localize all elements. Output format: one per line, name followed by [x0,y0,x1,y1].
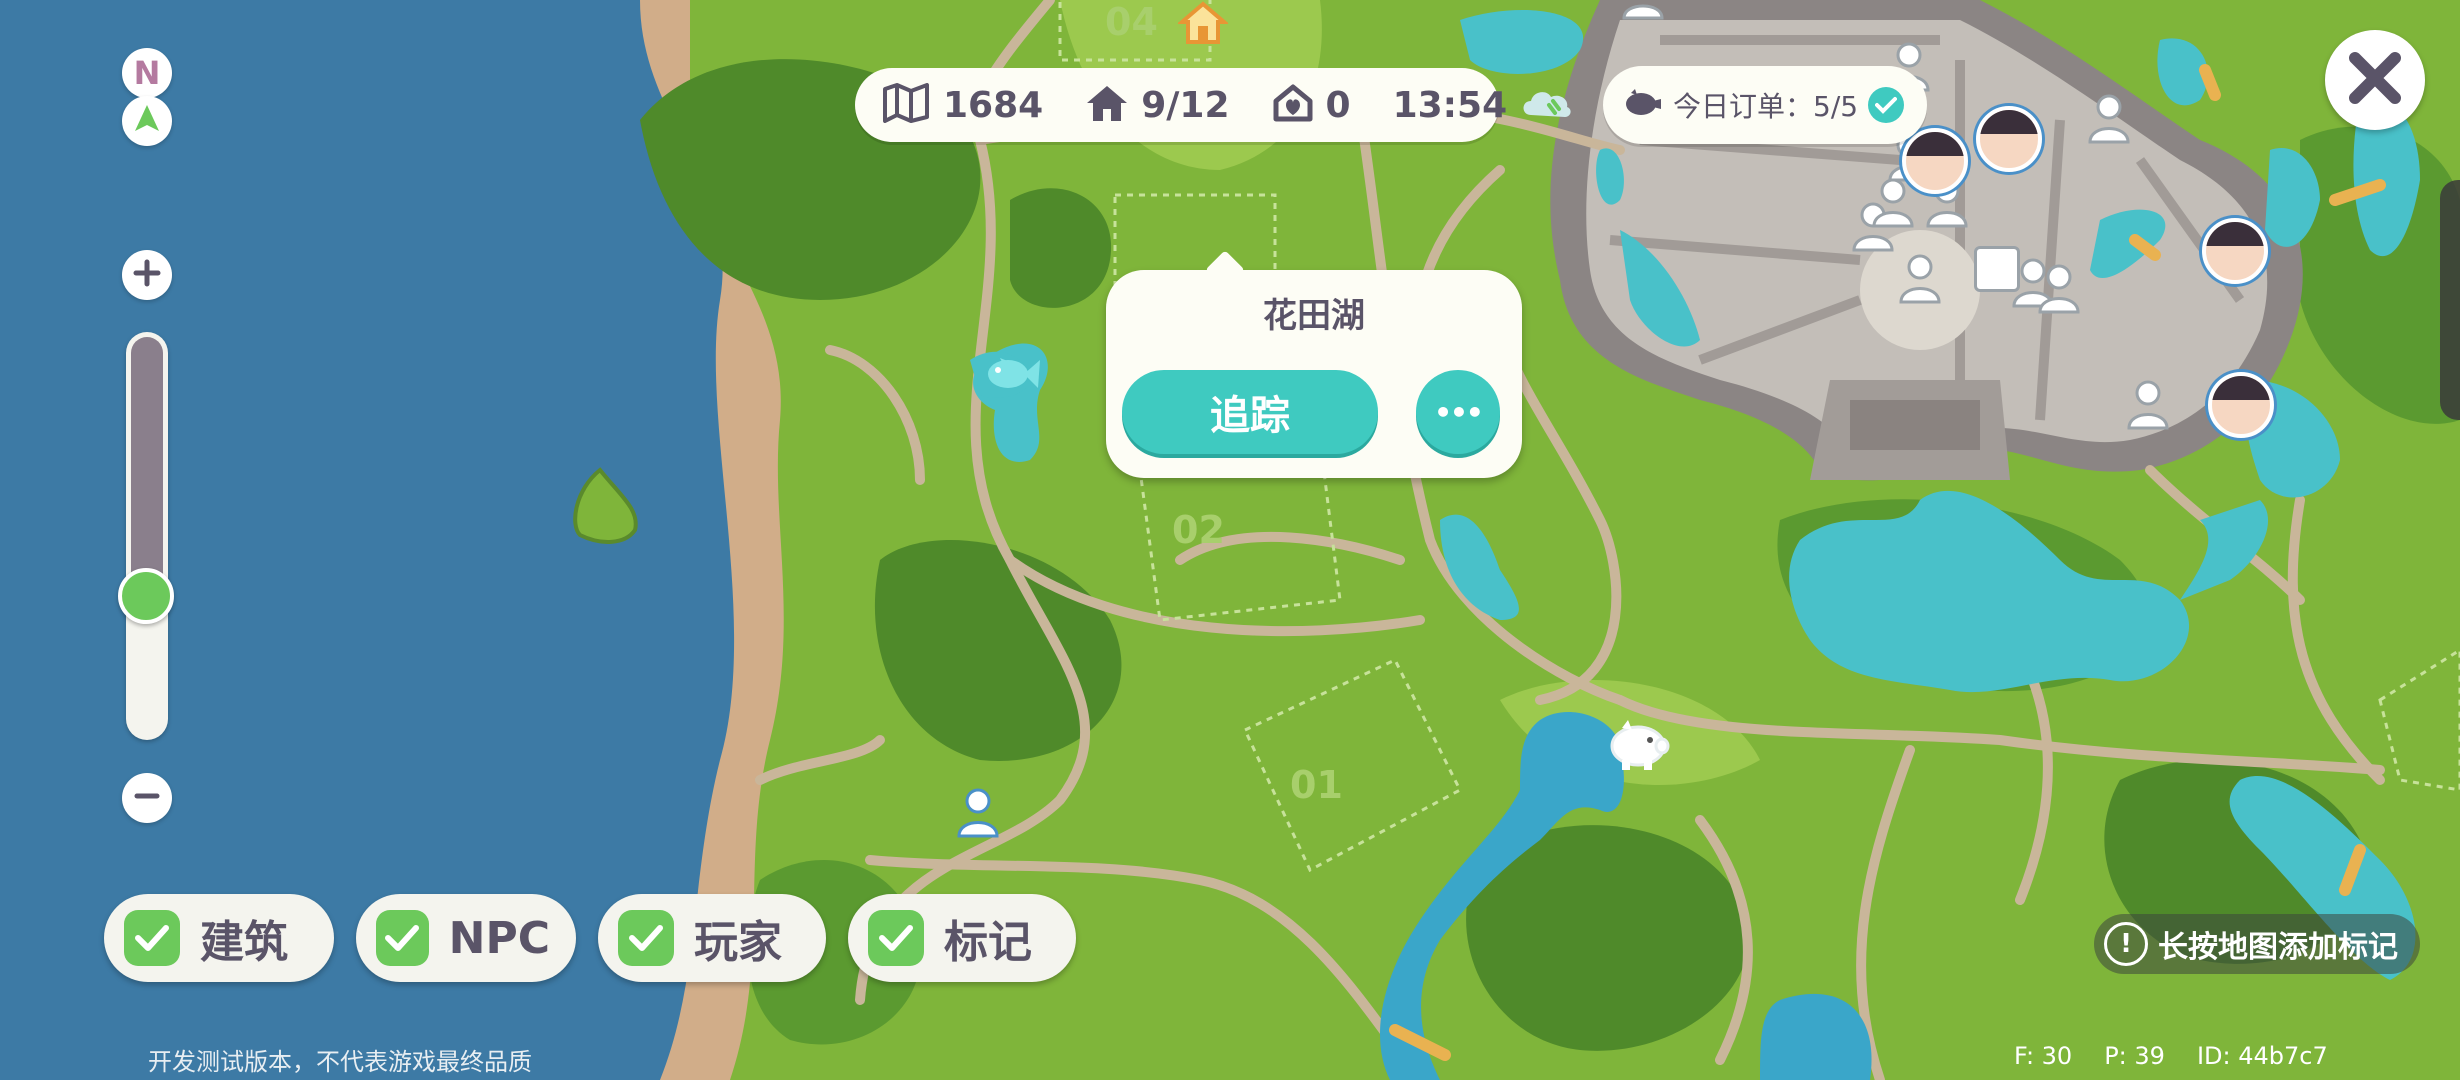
filter-label: 玩家 [694,917,782,968]
plot-number: 02 [1172,508,1225,552]
info-icon: ! [2104,922,2148,966]
more-button[interactable]: ••• [1416,370,1500,454]
checkbox-checked-icon[interactable] [376,910,429,966]
zoom-slider[interactable] [118,332,174,740]
close-button[interactable] [2325,30,2425,130]
debug-stats: F: 30 P: 39 ID: 44b7c7 [2014,1042,2328,1070]
player-marker-icon[interactable] [1620,0,1666,24]
minus-icon [133,782,161,814]
house-count: 9/12 [1141,84,1230,126]
plus-icon [133,259,161,291]
checkbox-checked-icon[interactable] [868,910,924,966]
location-popup: 花田湖 追踪 ••• [1106,250,1522,478]
house-icon [1085,83,1129,127]
fps-readout: F: 30 [2014,1042,2073,1070]
filter-players[interactable]: 玩家 [598,894,826,982]
dev-build-disclaimer: 开发测试版本，不代表游戏最终品质 [148,1048,532,1076]
clock-time: 13:54 [1392,84,1508,126]
track-button-label: 追踪 [1210,393,1290,439]
map-icon [883,83,931,127]
house-marker-icon[interactable] [1176,0,1230,44]
plot-number: 04 [1105,0,1158,44]
track-button[interactable]: 追踪 [1122,370,1378,454]
shop-marker-icon[interactable] [1974,246,2020,292]
compass-arrow-icon [133,103,161,139]
area-count: 1684 [943,84,1044,126]
zoom-slider-handle[interactable] [118,568,174,625]
npc-avatar-icon[interactable] [1976,106,2042,172]
home-count: 0 [1325,84,1351,126]
fish-marker-icon[interactable] [980,348,1042,402]
status-bar: 1684 9/12 0 13:54 [855,68,1571,142]
piggy-bank-marker-icon[interactable] [1604,716,1672,776]
daily-order-badge[interactable]: 今日订单：5/5 [1603,66,1927,144]
npc-avatar-icon[interactable] [1902,128,1968,194]
npc-avatar-icon[interactable] [2208,372,2274,438]
compass-north-label: N [133,54,161,92]
hint-text: 长按地图添加标记 [2158,930,2398,965]
filter-label: NPC [448,912,550,964]
filter-label: 建筑 [200,917,288,968]
more-icon: ••• [1434,395,1484,429]
checkbox-checked-icon[interactable] [618,910,674,966]
filter-markers[interactable]: 标记 [848,894,1076,982]
player-marker-icon[interactable] [955,786,1001,842]
check-circle-icon [1868,87,1905,123]
player-id-readout: ID: 44b7c7 [2196,1042,2328,1070]
checkbox-checked-icon[interactable] [124,910,180,966]
filter-npc[interactable]: NPC [356,894,576,982]
filter-label: 标记 [944,917,1032,968]
zoom-track-fill [131,337,163,607]
zoom-in-button[interactable] [122,250,172,300]
ping-readout: P: 39 [2104,1042,2165,1070]
close-icon [2345,48,2405,112]
compass[interactable]: N [122,48,172,148]
player-marker-icon[interactable] [2036,262,2082,318]
piggy-icon [1623,87,1663,123]
plot-number: 01 [1290,763,1343,807]
zoom-out-button[interactable] [122,773,172,823]
player-marker-icon[interactable] [1897,252,1943,308]
daily-order-label: 今日订单：5/5 [1673,90,1859,123]
home-icon [1272,83,1314,127]
npc-avatar-icon[interactable] [2202,218,2268,284]
player-marker-icon[interactable] [2086,92,2132,148]
add-marker-hint: ! 长按地图添加标记 [2094,914,2420,974]
location-title: 花田湖 [1263,296,1365,336]
player-marker-icon[interactable] [2125,378,2171,434]
weather-cloud-icon [1519,83,1573,127]
filter-buildings[interactable]: 建筑 [104,894,334,982]
